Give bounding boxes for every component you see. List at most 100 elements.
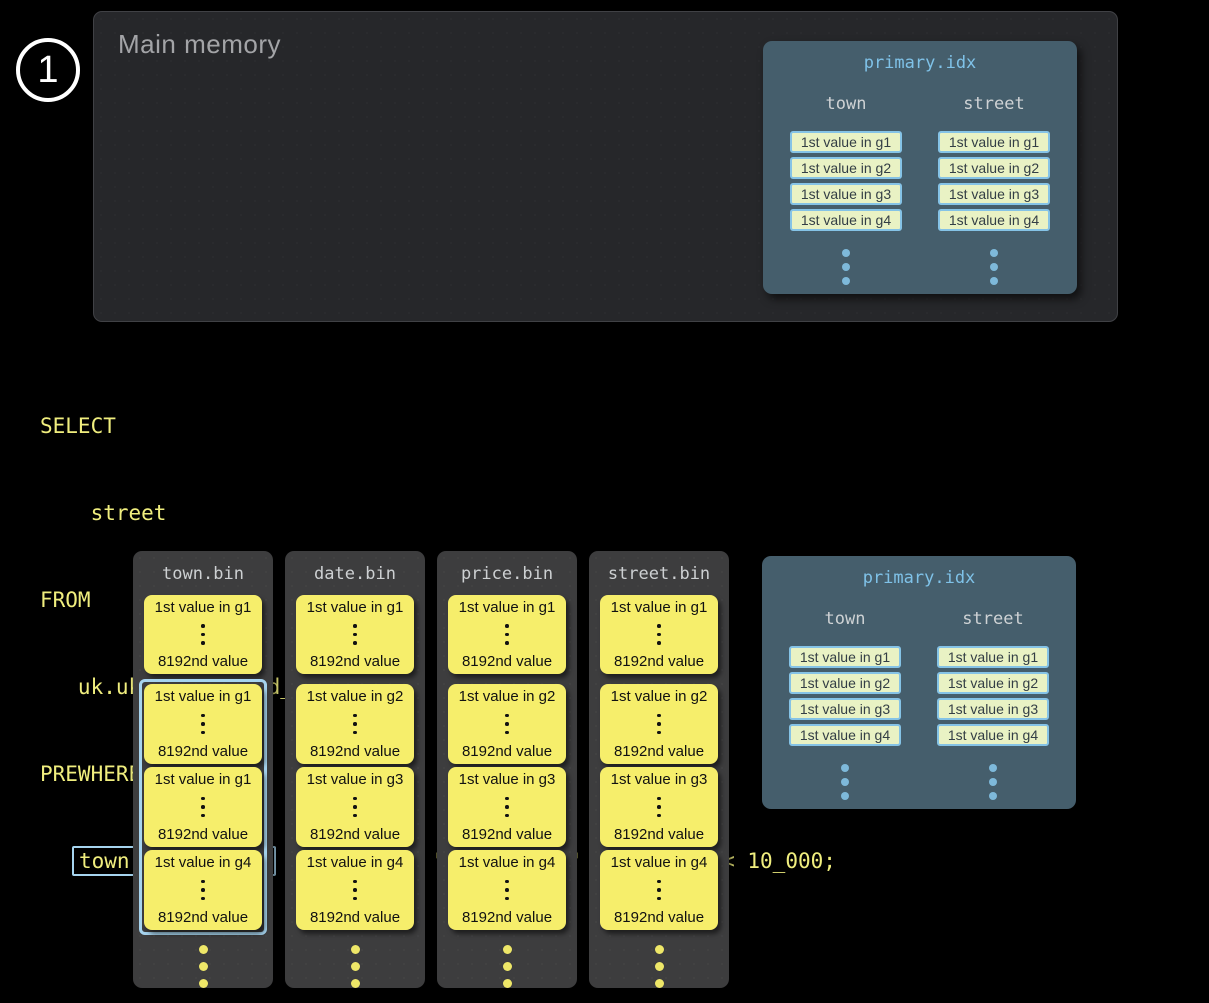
granule-last-value: 8192nd value xyxy=(158,909,248,926)
column-file-title: town.bin xyxy=(162,563,244,585)
granule-last-value: 8192nd value xyxy=(310,826,400,843)
granule-block: 1st value in g1 8192nd value xyxy=(144,767,262,847)
granule-block: 1st value in g3 8192nd value xyxy=(296,767,414,847)
index-column-header: street xyxy=(962,608,1023,630)
granule-block: 1st value in g1 8192nd value xyxy=(600,595,718,674)
granule-first-value: 1st value in g4 xyxy=(155,854,252,871)
primary-idx-panel-memory: primary.idx town 1st value in g1 1st val… xyxy=(763,41,1077,294)
main-memory-panel: Main memory primary.idx town 1st value i… xyxy=(93,11,1118,322)
granule-first-value: 1st value in g1 xyxy=(155,771,252,788)
selected-granules-highlight: 1st value in g1 8192nd value 1st value i… xyxy=(139,679,267,935)
index-mark: 1st value in g2 xyxy=(938,157,1050,179)
index-column-header: town xyxy=(826,93,867,115)
granule-last-value: 8192nd value xyxy=(310,653,400,670)
granule-last-value: 8192nd value xyxy=(462,909,552,926)
ellipsis-dots xyxy=(657,624,661,645)
granule-last-value: 8192nd value xyxy=(310,909,400,926)
granule-block: 1st value in g3 8192nd value xyxy=(600,767,718,847)
granule-last-value: 8192nd value xyxy=(462,653,552,670)
index-mark: 1st value in g3 xyxy=(938,183,1050,205)
town-bin-column: town.bin 1st value in g1 8192nd value 1s… xyxy=(133,551,273,988)
granule-block: 1st value in g1 8192nd value xyxy=(144,684,262,764)
index-mark: 1st value in g4 xyxy=(937,724,1049,746)
granule-block: 1st value in g2 8192nd value xyxy=(600,684,718,764)
ellipsis-dots xyxy=(353,714,357,735)
sql-line: street xyxy=(40,499,836,528)
ellipsis-dots xyxy=(505,880,509,901)
sql-line: SELECT xyxy=(40,412,836,441)
ellipsis-dots xyxy=(199,945,208,988)
step-1-badge: 1 xyxy=(16,38,80,102)
granule-first-value: 1st value in g2 xyxy=(459,688,556,705)
column-file-title: date.bin xyxy=(314,563,396,585)
granule-block: 1st value in g4 8192nd value xyxy=(296,850,414,930)
street-bin-column: street.bin 1st value in g1 8192nd value … xyxy=(589,551,729,988)
step-number: 1 xyxy=(37,49,58,92)
granule-last-value: 8192nd value xyxy=(614,826,704,843)
index-mark: 1st value in g4 xyxy=(789,724,901,746)
ellipsis-dots xyxy=(842,249,850,285)
granule-last-value: 8192nd value xyxy=(310,743,400,760)
index-mark: 1st value in g1 xyxy=(937,646,1049,668)
index-mark: 1st value in g1 xyxy=(938,131,1050,153)
granule-group: 1st value in g2 8192nd value 1st value i… xyxy=(291,679,419,935)
granule-first-value: 1st value in g4 xyxy=(307,854,404,871)
ellipsis-dots xyxy=(505,624,509,645)
ellipsis-dots xyxy=(201,880,205,901)
granule-block: 1st value in g1 8192nd value xyxy=(448,595,566,674)
index-mark: 1st value in g2 xyxy=(789,672,901,694)
granule-block: 1st value in g1 8192nd value xyxy=(296,595,414,674)
main-memory-label: Main memory xyxy=(118,29,281,60)
diagram-canvas: 1 Main memory primary.idx town 1st value… xyxy=(0,0,1209,1003)
granule-first-value: 1st value in g1 xyxy=(611,599,708,616)
ellipsis-dots xyxy=(657,880,661,901)
date-bin-column: date.bin 1st value in g1 8192nd value 1s… xyxy=(285,551,425,988)
index-mark: 1st value in g4 xyxy=(790,209,902,231)
granule-last-value: 8192nd value xyxy=(158,743,248,760)
ellipsis-dots xyxy=(353,797,357,818)
granule-last-value: 8192nd value xyxy=(158,826,248,843)
index-mark: 1st value in g4 xyxy=(938,209,1050,231)
granule-block: 1st value in g2 8192nd value xyxy=(296,684,414,764)
ellipsis-dots xyxy=(353,880,357,901)
index-column-header: street xyxy=(963,93,1024,115)
ellipsis-dots xyxy=(353,624,357,645)
ellipsis-dots xyxy=(201,624,205,645)
index-column-header: town xyxy=(825,608,866,630)
index-mark: 1st value in g1 xyxy=(789,646,901,668)
index-column-street: street 1st value in g1 1st value in g2 1… xyxy=(928,588,1058,800)
ellipsis-dots xyxy=(201,714,205,735)
granule-first-value: 1st value in g1 xyxy=(155,688,252,705)
granule-block: 1st value in g2 8192nd value xyxy=(448,684,566,764)
granule-block: 1st value in g3 8192nd value xyxy=(448,767,566,847)
index-mark: 1st value in g1 xyxy=(790,131,902,153)
granule-group: 1st value in g2 8192nd value 1st value i… xyxy=(443,679,571,935)
granule-first-value: 1st value in g1 xyxy=(155,599,252,616)
ellipsis-dots xyxy=(657,714,661,735)
primary-idx-columns: town 1st value in g1 1st value in g2 1st… xyxy=(762,588,1076,800)
granule-first-value: 1st value in g4 xyxy=(611,854,708,871)
ellipsis-dots xyxy=(990,249,998,285)
granule-first-value: 1st value in g2 xyxy=(307,688,404,705)
granule-last-value: 8192nd value xyxy=(462,743,552,760)
column-file-title: street.bin xyxy=(608,563,710,585)
ellipsis-dots xyxy=(201,797,205,818)
granule-group: 1st value in g2 8192nd value 1st value i… xyxy=(595,679,723,935)
column-files-row: town.bin 1st value in g1 8192nd value 1s… xyxy=(133,551,729,988)
index-column-street: street 1st value in g1 1st value in g2 1… xyxy=(929,73,1059,285)
primary-idx-title: primary.idx xyxy=(762,556,1076,588)
granule-first-value: 1st value in g3 xyxy=(307,771,404,788)
ellipsis-dots xyxy=(503,945,512,988)
index-mark: 1st value in g3 xyxy=(790,183,902,205)
index-mark: 1st value in g3 xyxy=(789,698,901,720)
index-mark: 1st value in g3 xyxy=(937,698,1049,720)
primary-idx-title: primary.idx xyxy=(763,41,1077,73)
granule-last-value: 8192nd value xyxy=(462,826,552,843)
ellipsis-dots xyxy=(351,945,360,988)
granule-block: 1st value in g4 8192nd value xyxy=(144,850,262,930)
granule-block: 1st value in g4 8192nd value xyxy=(600,850,718,930)
granule-last-value: 8192nd value xyxy=(614,653,704,670)
ellipsis-dots xyxy=(841,764,849,800)
ellipsis-dots xyxy=(505,797,509,818)
granule-first-value: 1st value in g3 xyxy=(611,771,708,788)
